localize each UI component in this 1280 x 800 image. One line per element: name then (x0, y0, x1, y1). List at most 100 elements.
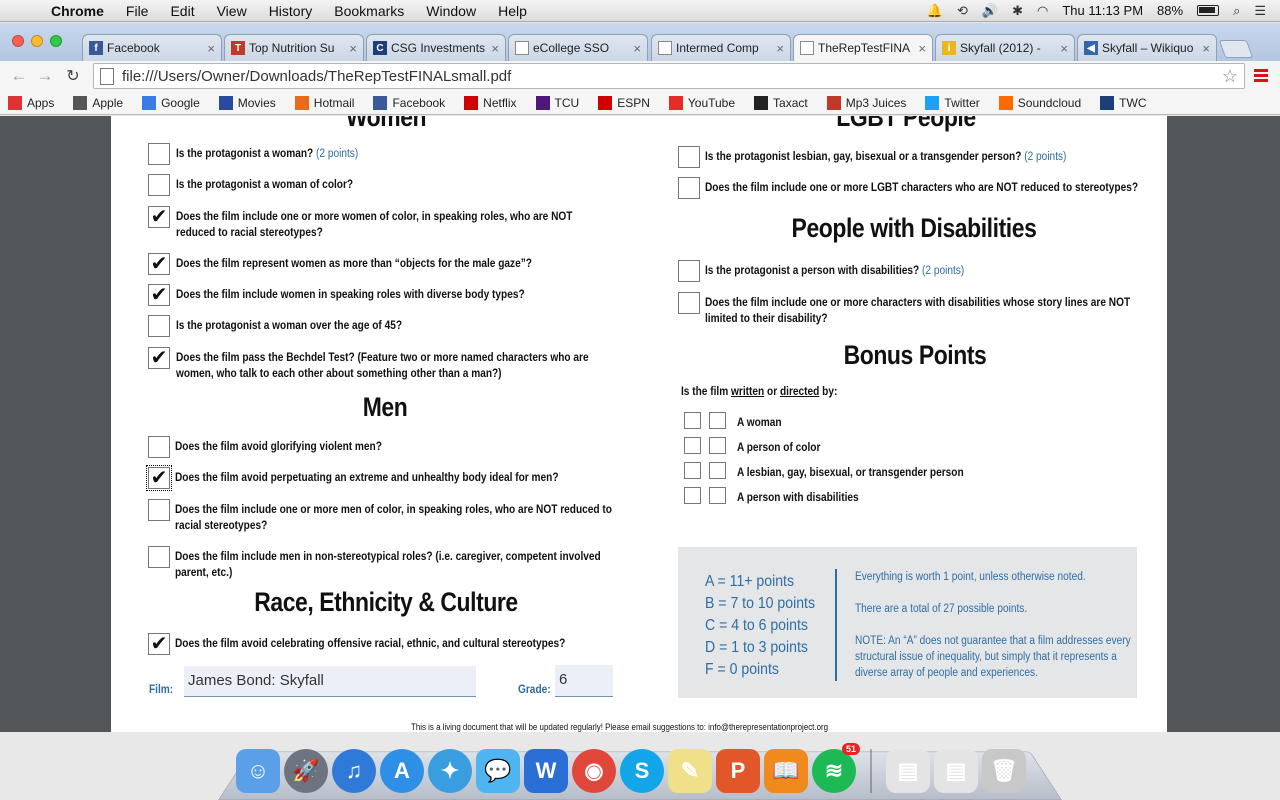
chrome-menu-icon[interactable] (1254, 69, 1268, 84)
men-checkbox-3[interactable] (148, 499, 170, 521)
pdf-viewport[interactable]: Women LGBT People People with Disabiliti… (0, 116, 1280, 732)
battery-icon[interactable] (1197, 5, 1220, 16)
tab-1[interactable]: f Facebook × (82, 34, 222, 61)
close-tab-icon[interactable]: × (491, 41, 499, 56)
safari-icon[interactable]: ✦ (428, 749, 472, 793)
disability-checkbox-2[interactable] (678, 292, 700, 314)
tab-7[interactable]: i Skyfall (2012) - × (935, 34, 1075, 61)
bookmark-7[interactable]: Netflix (464, 95, 517, 110)
spotify-icon[interactable]: ≋ 51 (812, 743, 860, 793)
bookmark-1[interactable]: Apps (8, 95, 54, 110)
women-checkbox-2[interactable] (148, 174, 170, 196)
bookmark-14[interactable]: Soundcloud (998, 95, 1081, 110)
bookmark-6[interactable]: Facebook (373, 95, 445, 110)
volume-icon[interactable]: 🔊 (982, 3, 998, 19)
menu-edit[interactable]: Edit (159, 3, 205, 19)
launchpad-icon[interactable]: 🚀 (284, 749, 328, 793)
bluetooth-icon[interactable]: ✱ (1012, 3, 1023, 19)
minimize-window-button[interactable] (31, 35, 43, 47)
back-arrow-icon[interactable]: ← (8, 66, 30, 86)
chrome-icon[interactable]: ◉ (572, 749, 616, 793)
women-checkbox-5[interactable]: ✔ (148, 284, 170, 306)
bonus-directed-checkbox-3[interactable] (709, 462, 726, 479)
bookmark-5[interactable]: Hotmail (294, 95, 354, 110)
word-icon[interactable]: W (524, 749, 568, 793)
ibooks-icon[interactable]: 📖 (764, 749, 808, 793)
skype-icon[interactable]: S (620, 749, 664, 793)
menu-help[interactable]: Help (487, 3, 538, 19)
finder-icon[interactable]: ☺ (236, 749, 280, 793)
messages-icon[interactable]: 💬 (476, 749, 520, 793)
downloads-stack-icon[interactable]: ▤ (886, 749, 930, 793)
new-tab-button[interactable] (1218, 40, 1254, 58)
address-text[interactable]: file:///Users/Owner/Downloads/TheRepTest… (122, 68, 511, 85)
tab-8[interactable]: ◀ Skyfall – Wikiquo × (1077, 34, 1217, 61)
app-store-icon[interactable]: A (380, 749, 424, 793)
tab-4[interactable]: eCollege SSO × (508, 34, 648, 61)
close-window-button[interactable] (12, 35, 24, 47)
men-checkbox-2[interactable]: ✔ (146, 465, 172, 491)
stickies-icon[interactable]: ✎ (668, 749, 712, 793)
close-tab-icon[interactable]: × (776, 41, 784, 56)
app-menu[interactable]: Chrome (40, 3, 115, 19)
bonus-written-checkbox-2[interactable] (684, 437, 701, 454)
documents-stack-icon[interactable]: ▤ (934, 749, 978, 793)
menu-view[interactable]: View (206, 3, 258, 19)
bookmark-10[interactable]: YouTube (668, 95, 735, 110)
bookmark-8[interactable]: TCU (535, 95, 579, 110)
reload-icon[interactable]: ↻ (62, 66, 84, 86)
bonus-written-checkbox-3[interactable] (684, 462, 701, 479)
bookmark-3[interactable]: Google (142, 95, 200, 110)
time-machine-icon[interactable]: ⟲ (957, 3, 968, 19)
close-tab-icon[interactable]: × (1202, 41, 1210, 56)
women-checkbox-3[interactable]: ✔ (148, 206, 170, 228)
powerpoint-icon[interactable]: P (716, 749, 760, 793)
close-tab-icon[interactable]: × (918, 41, 926, 56)
notification-icon[interactable]: 🔔 (927, 3, 943, 19)
men-checkbox-1[interactable] (148, 436, 170, 458)
grade-field[interactable]: 6 (555, 665, 613, 697)
close-tab-icon[interactable]: × (207, 41, 215, 56)
tab-6[interactable]: TheRepTestFINA × (793, 34, 933, 61)
tab-3[interactable]: C CSG Investments × (366, 34, 506, 61)
close-tab-icon[interactable]: × (1060, 41, 1068, 56)
address-bar[interactable]: file:///Users/Owner/Downloads/TheRepTest… (93, 63, 1245, 89)
lgbt-checkbox-2[interactable] (678, 177, 700, 199)
zoom-window-button[interactable] (50, 35, 62, 47)
film-field[interactable]: James Bond: Skyfall (184, 666, 476, 697)
race-checkbox-1[interactable]: ✔ (148, 633, 170, 655)
close-tab-icon[interactable]: × (349, 41, 357, 56)
bookmark-2[interactable]: Apple (73, 95, 123, 110)
bookmark-13[interactable]: Twitter (925, 95, 980, 110)
bookmark-11[interactable]: Taxact (754, 95, 808, 110)
bonus-directed-checkbox-2[interactable] (709, 437, 726, 454)
bonus-directed-checkbox-4[interactable] (709, 487, 726, 504)
bookmark-15[interactable]: TWC (1100, 95, 1146, 110)
bookmark-9[interactable]: ESPN (598, 95, 650, 110)
tab-2[interactable]: T Top Nutrition Su × (224, 34, 364, 61)
women-checkbox-6[interactable] (148, 315, 170, 337)
menu-file[interactable]: File (115, 3, 160, 19)
women-checkbox-4[interactable]: ✔ (148, 253, 170, 275)
men-checkbox-4[interactable] (148, 546, 170, 568)
trash-icon[interactable]: 🗑 (982, 749, 1026, 793)
bonus-directed-checkbox-1[interactable] (709, 412, 726, 429)
list-icon[interactable]: ☰ (1254, 3, 1266, 19)
battery-percent[interactable]: 88% (1157, 3, 1183, 18)
disability-checkbox-1[interactable] (678, 260, 700, 282)
bonus-written-checkbox-1[interactable] (684, 412, 701, 429)
women-checkbox-7[interactable]: ✔ (148, 347, 170, 369)
clock[interactable]: Thu 11:13 PM (1062, 3, 1143, 18)
spotlight-icon[interactable]: ⌕ (1233, 3, 1240, 19)
bookmark-4[interactable]: Movies (218, 95, 276, 110)
menu-bookmarks[interactable]: Bookmarks (323, 3, 415, 19)
bookmark-star-icon[interactable]: ☆ (1222, 66, 1238, 87)
lgbt-checkbox-1[interactable] (678, 146, 700, 168)
itunes-icon[interactable]: ♫ (332, 749, 376, 793)
close-tab-icon[interactable]: × (633, 41, 641, 56)
menu-window[interactable]: Window (415, 3, 487, 19)
menu-history[interactable]: History (258, 3, 324, 19)
tab-5[interactable]: Intermed Comp × (651, 34, 791, 61)
forward-arrow-icon[interactable]: → (34, 66, 56, 86)
bookmark-12[interactable]: Mp3 Juices (826, 95, 906, 110)
